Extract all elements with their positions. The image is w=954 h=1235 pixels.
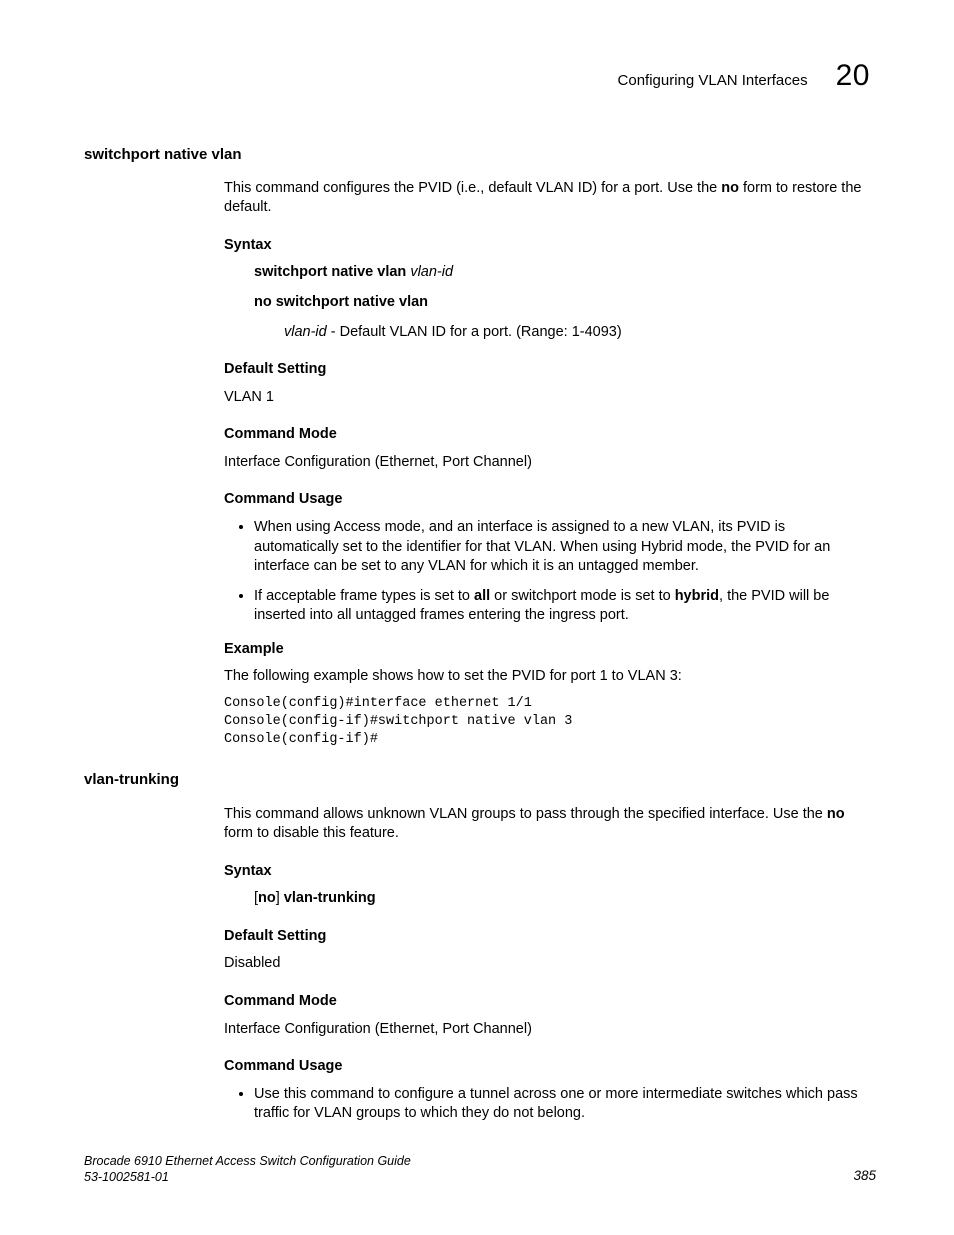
usage-list: When using Access mode, and an interface… bbox=[224, 518, 872, 626]
footer-left: Brocade 6910 Ethernet Access Switch Conf… bbox=[84, 1153, 411, 1186]
text: This command allows unknown VLAN groups … bbox=[224, 806, 827, 822]
keyword-no: no bbox=[721, 180, 739, 196]
footer-part-number: 53-1002581-01 bbox=[84, 1169, 411, 1185]
syntax-heading: Syntax bbox=[224, 236, 872, 256]
command-mode-value: Interface Configuration (Ethernet, Port … bbox=[224, 453, 872, 473]
header-section-title: Configuring VLAN Interfaces bbox=[618, 71, 808, 91]
footer-book-title: Brocade 6910 Ethernet Access Switch Conf… bbox=[84, 1153, 411, 1169]
syntax-heading-2: Syntax bbox=[224, 862, 872, 882]
text: or switchport mode is set to bbox=[490, 588, 675, 604]
keyword-hybrid: hybrid bbox=[675, 588, 719, 604]
command-body-1: This command configures the PVID (i.e., … bbox=[224, 179, 872, 749]
header-chapter-number: 20 bbox=[836, 56, 870, 97]
syntax-param-desc: vlan-id - Default VLAN ID for a port. (R… bbox=[284, 323, 872, 343]
page: Configuring VLAN Interfaces 20 switchpor… bbox=[0, 0, 954, 1235]
syntax-command: vlan-trunking bbox=[280, 890, 376, 906]
usage-bullet-2-1: Use this command to configure a tunnel a… bbox=[254, 1085, 872, 1124]
command-usage-heading: Command Usage bbox=[224, 490, 872, 510]
text: form to disable this feature. bbox=[224, 825, 399, 841]
keyword-all: all bbox=[474, 588, 490, 604]
default-setting-value-2: Disabled bbox=[224, 954, 872, 974]
footer-page-number: 385 bbox=[853, 1167, 876, 1185]
intro-paragraph: This command configures the PVID (i.e., … bbox=[224, 179, 872, 218]
syntax-command: switchport native vlan bbox=[254, 264, 406, 280]
syntax-line-2: no switchport native vlan bbox=[254, 293, 872, 313]
param-name: vlan-id bbox=[284, 324, 327, 340]
default-setting-heading: Default Setting bbox=[224, 360, 872, 380]
default-setting-value: VLAN 1 bbox=[224, 388, 872, 408]
keyword-no: no bbox=[258, 890, 276, 906]
syntax-line-1: switchport native vlan vlan-id bbox=[254, 263, 872, 283]
command-usage-heading-2: Command Usage bbox=[224, 1057, 872, 1077]
command-body-2: This command allows unknown VLAN groups … bbox=[224, 805, 872, 1124]
param-desc: - Default VLAN ID for a port. (Range: 1-… bbox=[327, 324, 622, 340]
page-footer: Brocade 6910 Ethernet Access Switch Conf… bbox=[84, 1153, 876, 1186]
default-setting-heading-2: Default Setting bbox=[224, 927, 872, 947]
intro-paragraph-2: This command allows unknown VLAN groups … bbox=[224, 805, 872, 844]
example-code-block: Console(config)#interface ethernet 1/1 C… bbox=[224, 695, 872, 748]
keyword-no: no bbox=[827, 806, 845, 822]
usage-bullet-1: When using Access mode, and an interface… bbox=[254, 518, 872, 577]
usage-bullet-2: If acceptable frame types is set to all … bbox=[254, 587, 872, 626]
example-heading: Example bbox=[224, 640, 872, 660]
syntax-argument: vlan-id bbox=[406, 264, 453, 280]
syntax-line-3: [no] vlan-trunking bbox=[254, 889, 872, 909]
command-title-switchport-native-vlan: switchport native vlan bbox=[84, 145, 876, 165]
command-mode-heading-2: Command Mode bbox=[224, 992, 872, 1012]
running-header: Configuring VLAN Interfaces 20 bbox=[84, 56, 876, 97]
usage-list-2: Use this command to configure a tunnel a… bbox=[224, 1085, 872, 1124]
example-intro: The following example shows how to set t… bbox=[224, 667, 872, 687]
command-title-vlan-trunking: vlan-trunking bbox=[84, 770, 876, 790]
text: If acceptable frame types is set to bbox=[254, 588, 474, 604]
command-mode-heading: Command Mode bbox=[224, 425, 872, 445]
text: This command configures the PVID (i.e., … bbox=[224, 180, 721, 196]
command-mode-value-2: Interface Configuration (Ethernet, Port … bbox=[224, 1020, 872, 1040]
